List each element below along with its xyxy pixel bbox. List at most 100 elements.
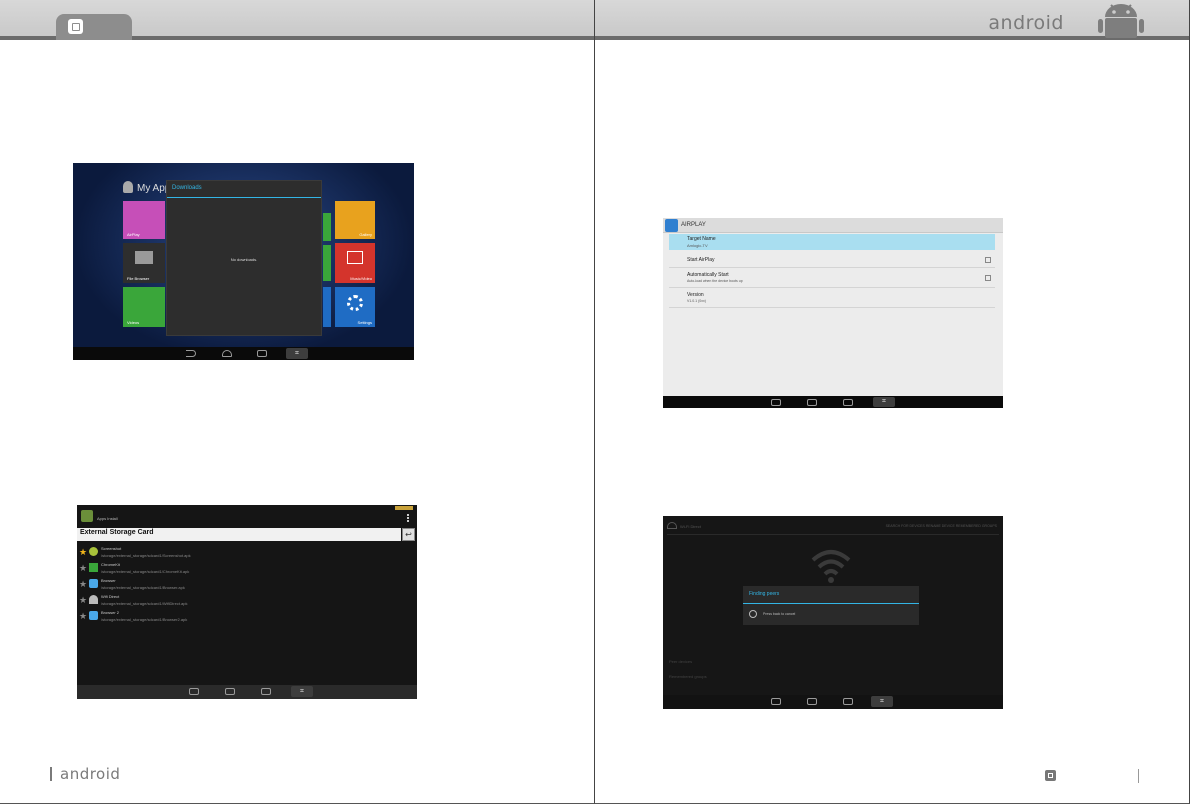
star-icon[interactable]: ★ bbox=[79, 563, 87, 574]
path-bar: External Storage Card bbox=[77, 528, 401, 541]
wifi-direct-title: Wi-Fi Direct bbox=[680, 524, 701, 529]
setting-label: Automatically Start bbox=[687, 272, 729, 278]
right-header-bar: android bbox=[595, 0, 1189, 40]
wifi-icon bbox=[89, 595, 98, 604]
green-sliver bbox=[323, 213, 331, 241]
manual-spread: My App AirPlay File Browser Videos Galle… bbox=[0, 0, 1190, 804]
home-icon[interactable] bbox=[807, 698, 817, 705]
back-icon[interactable] bbox=[189, 688, 199, 695]
file-name: Browser bbox=[101, 578, 116, 583]
app-icon bbox=[81, 510, 93, 522]
setting-label: Start AirPlay bbox=[687, 257, 715, 263]
spinner-icon bbox=[749, 610, 757, 618]
wifi-icon bbox=[811, 550, 851, 583]
dialog-title: Finding peers bbox=[749, 591, 780, 597]
list-item[interactable]: ★ Wifi Direct /storage/external_storage/… bbox=[77, 593, 417, 609]
play-icon bbox=[347, 251, 363, 264]
star-icon[interactable]: ★ bbox=[79, 595, 87, 606]
dialog-divider bbox=[167, 197, 321, 198]
star-icon[interactable]: ★ bbox=[79, 611, 87, 622]
wifi-direct-screenshot: Wi-Fi Direct SEARCH FOR DEVICES RENAME D… bbox=[663, 516, 1003, 709]
overflow-menu-icon[interactable] bbox=[407, 514, 409, 522]
back-icon[interactable] bbox=[186, 350, 196, 357]
wifi-direct-actions[interactable]: SEARCH FOR DEVICES RENAME DEVICE REMEMBE… bbox=[886, 524, 997, 528]
wifi-direct-small-icon bbox=[667, 522, 677, 529]
home-icon[interactable] bbox=[807, 399, 817, 406]
home-icon[interactable] bbox=[222, 350, 232, 357]
tile-label: Videos bbox=[127, 320, 140, 325]
list-item[interactable]: ★ Browser /storage/external_storage/sdca… bbox=[77, 577, 417, 593]
up-folder-button[interactable]: ↩ bbox=[402, 528, 415, 541]
home-icon[interactable] bbox=[225, 688, 235, 695]
file-name: Screenshot bbox=[101, 546, 122, 551]
screenshot-icon[interactable]: ⌗ bbox=[873, 397, 895, 407]
apk-icon bbox=[89, 579, 98, 588]
footer-divider bbox=[50, 767, 52, 781]
apk-icon bbox=[89, 547, 98, 556]
tile-file-browser[interactable]: File Browser bbox=[123, 243, 165, 283]
star-icon[interactable]: ★ bbox=[79, 547, 87, 558]
settings-item-target-name[interactable]: Target Name Amlogic-TV bbox=[669, 234, 995, 250]
tile-label: Gallery bbox=[359, 232, 372, 237]
setting-sub: Amlogic-TV bbox=[687, 243, 708, 248]
recent-apps-icon[interactable] bbox=[261, 688, 271, 695]
footer-logo-icon bbox=[1045, 770, 1056, 781]
checkbox[interactable] bbox=[985, 275, 991, 281]
screenshot-icon[interactable]: ⌗ bbox=[871, 696, 893, 707]
dialog-message: Press back to cancel bbox=[763, 612, 796, 616]
status-icons bbox=[395, 506, 413, 510]
back-icon[interactable] bbox=[771, 698, 781, 705]
android-robot-icon bbox=[1098, 4, 1144, 38]
settings-item-auto-start[interactable]: Automatically Start Auto-load when the d… bbox=[669, 270, 995, 288]
file-name: ChromeKit bbox=[101, 562, 120, 567]
system-navbar: ⌗ bbox=[77, 685, 417, 699]
star-icon[interactable]: ★ bbox=[79, 579, 87, 590]
tile-label: AirPlay bbox=[127, 232, 140, 237]
blue-sliver bbox=[323, 287, 331, 327]
tile-label: File Browser bbox=[127, 276, 150, 281]
tile-label: Music/Video bbox=[350, 276, 372, 281]
settings-item-start-airplay[interactable]: Start AirPlay bbox=[669, 252, 995, 268]
dialog-message: No downloads. bbox=[230, 257, 258, 262]
android-small-icon bbox=[123, 181, 133, 193]
file-path: /storage/external_storage/sdcard1/WifiDi… bbox=[101, 601, 188, 606]
list-item[interactable]: ★ ChromeKit /storage/external_storage/sd… bbox=[77, 561, 417, 577]
list-item[interactable]: ★ Browser 2 /storage/external_storage/sd… bbox=[77, 609, 417, 625]
system-navbar: ⌗ bbox=[663, 695, 1003, 709]
right-page: android AIRPLAY Target Name Amlogic-TV S… bbox=[595, 0, 1190, 804]
peer-devices-label: Peer devices bbox=[669, 659, 693, 664]
apk-icon bbox=[89, 611, 98, 620]
recent-apps-icon[interactable] bbox=[257, 350, 267, 357]
tile-music-video[interactable]: Music/Video bbox=[335, 243, 375, 283]
tile-videos[interactable]: Videos bbox=[123, 287, 165, 327]
gear-icon bbox=[347, 295, 363, 311]
remembered-groups-label: Remembered groups bbox=[669, 674, 707, 679]
dialog-title: Downloads bbox=[172, 185, 202, 191]
tile-gallery[interactable]: Gallery bbox=[335, 201, 375, 239]
checkbox[interactable] bbox=[985, 257, 991, 263]
green-sliver-2 bbox=[323, 245, 331, 281]
recent-apps-icon[interactable] bbox=[843, 698, 853, 705]
tile-label: Settings bbox=[357, 320, 372, 325]
apk-installer-screenshot: Apps Install External Storage Card ↩ ★ S… bbox=[77, 505, 417, 699]
apk-icon bbox=[89, 563, 98, 572]
file-name: Wifi Direct bbox=[101, 594, 120, 599]
tile-settings[interactable]: Settings bbox=[335, 287, 375, 327]
left-page: My App AirPlay File Browser Videos Galle… bbox=[0, 0, 595, 804]
brand-logo-icon bbox=[68, 19, 83, 34]
header-tab bbox=[56, 14, 132, 40]
screenshot-icon[interactable]: ⌗ bbox=[291, 686, 313, 697]
screenshot-icon[interactable]: ⌗ bbox=[286, 348, 308, 359]
file-path: /storage/external_storage/sdcard1/Chrome… bbox=[101, 569, 190, 574]
back-icon[interactable] bbox=[771, 399, 781, 406]
file-path: /storage/external_storage/sdcard1/Browse… bbox=[101, 585, 185, 590]
finding-peers-dialog: Finding peers Press back to cancel bbox=[743, 586, 919, 625]
footer-divider bbox=[1138, 769, 1139, 783]
list-item[interactable]: ★ Screenshot /storage/external_storage/s… bbox=[77, 545, 417, 561]
left-header-bar bbox=[0, 0, 594, 40]
tile-airplay[interactable]: AirPlay bbox=[123, 201, 165, 239]
file-name: Browser 2 bbox=[101, 610, 120, 615]
recent-apps-icon[interactable] bbox=[843, 399, 853, 406]
app-name: Apps Install bbox=[97, 516, 118, 521]
setting-sub: V1.0.1 (0xx) bbox=[687, 299, 706, 303]
